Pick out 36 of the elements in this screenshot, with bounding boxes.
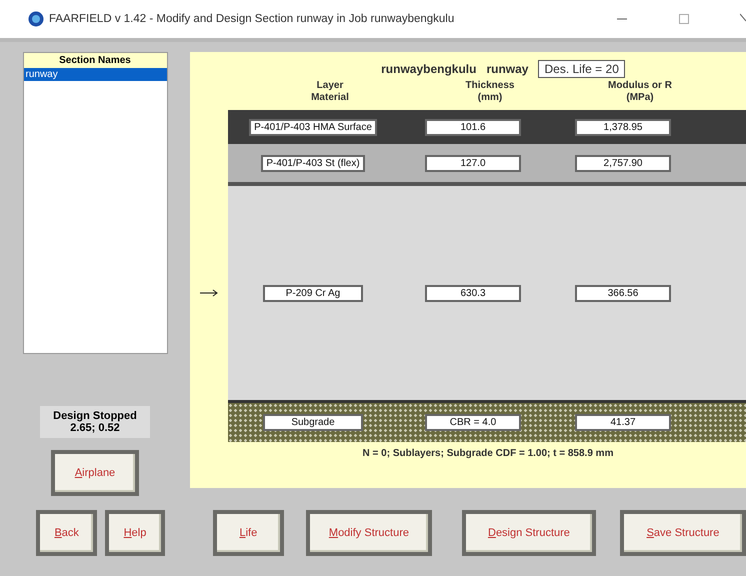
material-field[interactable]: Subgrade: [263, 414, 363, 431]
window-title: FAARFIELD v 1.42 - Modify and Design Section runway in Job runwaybengkulu: [49, 13, 454, 25]
modulus-field[interactable]: 41.37: [575, 414, 671, 431]
list-heading: Section Names: [24, 53, 166, 68]
layer-band[interactable]: P-401/P-403 HMA Surface 101.6 1,378.95: [228, 110, 746, 144]
section-name: runway: [486, 62, 528, 76]
material-field[interactable]: P-401/P-403 HMA Surface: [249, 118, 377, 136]
thickness-field[interactable]: 101.6: [425, 118, 521, 136]
action-button[interactable]: Save Structure: [620, 510, 746, 556]
action-button[interactable]: Design Structure: [462, 510, 596, 556]
layer-band[interactable]: Subgrade CBR = 4.0 41.37: [228, 400, 746, 442]
job-name: runwaybengkulu: [381, 62, 476, 76]
modulus-field[interactable]: 2,757.90: [575, 154, 671, 172]
column-header: Modulus or R (MPa): [607, 80, 673, 104]
status-text: Design Stopped: [53, 410, 137, 422]
thickness-field[interactable]: CBR = 4.0: [425, 414, 521, 431]
action-button[interactable]: Modify Structure: [306, 510, 432, 556]
airplane-button[interactable]: Airplane: [51, 450, 139, 496]
action-button[interactable]: Back: [36, 510, 98, 556]
thickness-field[interactable]: 630.3: [425, 284, 521, 302]
material-field[interactable]: P-209 Cr Ag: [263, 284, 363, 302]
summary-text: N = 0; Sublayers; Subgrade CDF = 1.00; t = 858.9 mm: [362, 448, 614, 459]
modulus-field[interactable]: 1,378.95: [575, 118, 671, 136]
layer-band[interactable]: P-401/P-403 St (flex) 127.0 2,757.90: [228, 144, 746, 186]
material-field[interactable]: P-401/P-403 St (flex): [261, 154, 365, 172]
column-header: Thickness (mm): [464, 80, 516, 104]
status-value: 2.65; 0.52: [70, 422, 120, 434]
action-button[interactable]: Life: [212, 510, 284, 556]
action-button[interactable]: Help: [105, 510, 165, 556]
modulus-field[interactable]: 366.56: [575, 284, 671, 302]
design-life-field: Des. Life = 20: [538, 60, 625, 78]
column-header: Layer Material: [310, 80, 350, 104]
app-icon: [28, 11, 44, 27]
thickness-field[interactable]: 127.0: [425, 154, 521, 172]
layer-band[interactable]: P-209 Cr Ag 630.3 366.56: [228, 186, 746, 400]
section-item[interactable]: runway: [24, 68, 166, 81]
